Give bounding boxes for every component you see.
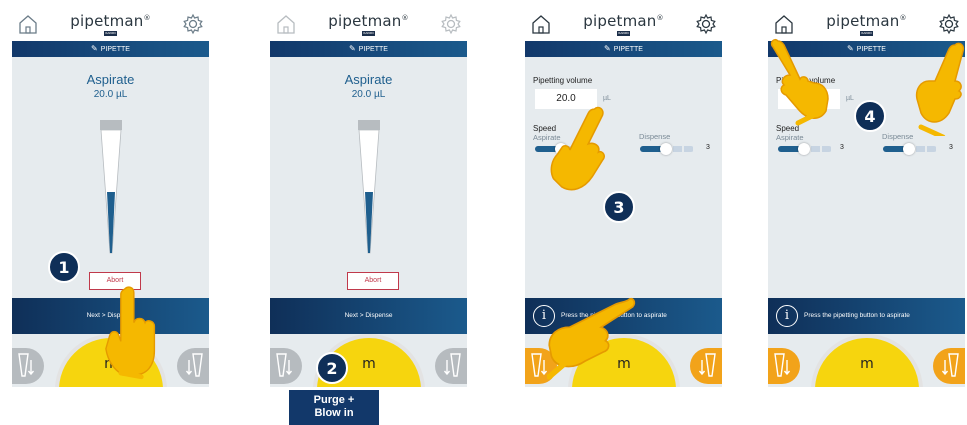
gear-icon[interactable]	[695, 13, 717, 35]
screen-home-settings: pipetman® RAININ ✎PIPETTE Pipetting volu…	[768, 10, 965, 387]
pointing-hand-icon	[547, 297, 636, 380]
screen-purge: pipetman® RAININ ✎ PIPETTE Aspirate 20.0 …	[270, 10, 467, 387]
action-volume: 20.0 µL	[351, 89, 386, 100]
top-bar: pipetman® RAININ	[270, 10, 467, 41]
pencil-icon: ✎	[847, 44, 854, 53]
dispense-speed-slider[interactable]	[640, 143, 694, 155]
brand-badge: RAININ	[617, 31, 630, 36]
brand-badge: RAININ	[104, 31, 117, 36]
screen-edit-volume: pipetman® RAININ ✎ PIPETTE Pipetting volu…	[525, 10, 722, 387]
pointing-hand-icon	[105, 286, 156, 380]
brand-badge: RAININ	[362, 31, 375, 36]
mode-bar: ✎ PIPETTE	[525, 41, 722, 57]
brand-logo: pipetman®	[328, 12, 409, 30]
pencil-icon: ✎	[604, 44, 611, 53]
right-tip-button[interactable]	[933, 348, 965, 384]
mode-bar: ✎ PIPETTE	[12, 41, 209, 57]
screen-aspirating: pipetman® RAININ ✎ PIPETTE Aspirate 20.0 …	[12, 10, 209, 387]
info-icon[interactable]: i	[776, 305, 798, 327]
left-tip-button[interactable]	[768, 348, 800, 384]
gear-icon[interactable]	[440, 13, 462, 35]
action-title: Aspirate	[86, 72, 135, 87]
info-text: Next > Dispense	[344, 312, 393, 319]
dispense-label: Dispense	[882, 132, 914, 141]
pencil-icon: ✎	[91, 44, 98, 53]
dispense-speed-value: 3	[706, 144, 710, 151]
action-title: Aspirate	[344, 72, 393, 87]
aspirate-label: Aspirate	[776, 133, 804, 142]
pencil-icon: ✎	[349, 44, 356, 53]
aspirate-speed-value: 3	[840, 144, 844, 151]
pointing-hand-icon	[915, 42, 965, 136]
volume-label: Pipetting volume	[533, 76, 593, 85]
brand-logo: pipetman®	[583, 12, 664, 30]
info-bar: Next > Dispense	[270, 298, 467, 334]
tip-down-icon	[941, 353, 959, 377]
left-tip-button[interactable]	[270, 348, 302, 384]
pipette-tip	[100, 120, 122, 254]
pointing-hand-icon	[550, 106, 605, 191]
top-bar: pipetman® RAININ	[12, 10, 209, 41]
brand-logo: pipetman®	[826, 12, 907, 30]
info-text: Press the pipetting button to aspirate	[804, 312, 910, 319]
gear-icon[interactable]	[182, 13, 204, 35]
right-tip-button[interactable]	[690, 348, 722, 384]
tip-down-icon	[276, 353, 293, 377]
tip-down-icon	[531, 353, 548, 377]
bottom-controls: m	[768, 334, 965, 387]
left-tip-button[interactable]	[12, 348, 44, 384]
info-bar: i Press the pipetting button to aspirate	[768, 298, 965, 334]
pipette-tip	[358, 120, 380, 254]
brand-logo: pipetman®	[70, 12, 151, 30]
right-tip-button[interactable]	[177, 348, 209, 384]
brand-badge: RAININ	[860, 31, 873, 36]
pipetting-wheel[interactable]: m	[811, 334, 923, 387]
top-bar: pipetman® RAININ	[525, 10, 722, 41]
step-badge: 3	[603, 191, 635, 223]
aspirate-speed-slider[interactable]	[778, 143, 832, 155]
step-badge: 2	[316, 352, 348, 384]
abort-button[interactable]: Abort	[347, 272, 399, 290]
right-tip-button[interactable]	[435, 348, 467, 384]
tip-down-icon	[774, 353, 791, 377]
tip-down-icon	[18, 353, 35, 377]
dispense-speed-value: 3	[949, 144, 953, 151]
tip-down-icon	[185, 353, 203, 377]
step-badge: 1	[48, 251, 80, 283]
mode-bar: ✎ PIPETTE	[270, 41, 467, 57]
volume-unit: µL	[603, 95, 611, 102]
gear-icon[interactable]	[938, 13, 960, 35]
action-volume: 20.0 µL	[93, 89, 128, 100]
dispense-label: Dispense	[639, 132, 671, 141]
tip-down-icon	[698, 353, 716, 377]
volume-unit: µL	[846, 95, 854, 102]
pointing-hand-icon	[770, 38, 829, 126]
bottom-controls: m	[270, 334, 467, 387]
dispense-speed-slider[interactable]	[883, 143, 937, 155]
tip-down-icon	[443, 353, 461, 377]
step-badge: 4	[854, 100, 886, 132]
purge-blow-in-label: Purge + Blow in	[289, 390, 379, 425]
